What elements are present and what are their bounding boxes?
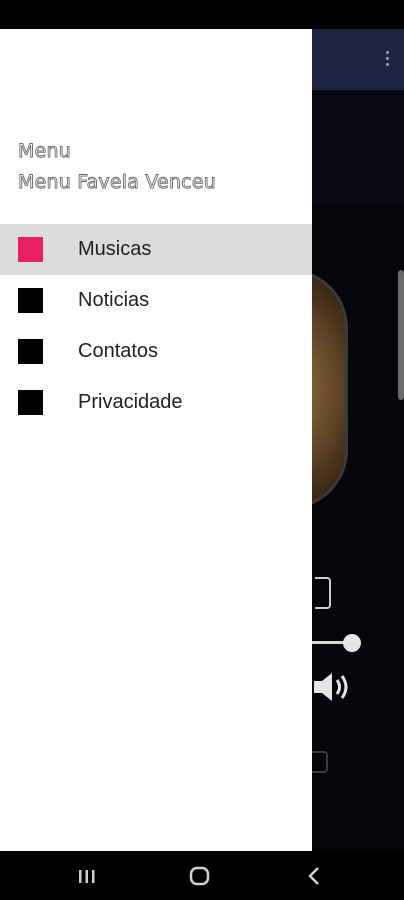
volume-slider-thumb[interactable]	[343, 634, 361, 652]
news-icon	[18, 288, 43, 313]
drawer-header: Menu Menu Favela Venceu	[0, 29, 312, 224]
more-vert-icon[interactable]	[384, 51, 390, 69]
menu-item-musicas[interactable]: Musicas	[0, 224, 312, 275]
equalizer-icon[interactable]	[312, 751, 328, 773]
menu-item-label: Noticias	[78, 289, 150, 311]
privacy-icon	[18, 390, 43, 415]
menu-item-label: Contatos	[78, 340, 159, 362]
menu-item-noticias[interactable]: Noticias	[0, 275, 312, 326]
phone-screen: Menu Menu Favela Venceu Musicas Noticias…	[0, 0, 404, 900]
back-icon[interactable]	[294, 861, 334, 891]
scrollbar[interactable]	[398, 270, 404, 400]
navigation-drawer: Menu Menu Favela Venceu Musicas Noticias…	[0, 29, 312, 851]
volume-up-icon[interactable]	[312, 669, 356, 705]
system-navigation-bar	[0, 851, 404, 900]
drawer-menu: Musicas Noticias Contatos Privacidade	[0, 224, 312, 428]
home-icon[interactable]	[180, 861, 220, 891]
drawer-subtitle: Menu Favela Venceu	[18, 171, 217, 194]
recent-apps-icon[interactable]	[67, 861, 107, 891]
menu-item-label: Musicas	[78, 238, 152, 260]
contacts-icon	[18, 339, 43, 364]
menu-item-label: Privacidade	[78, 391, 183, 413]
drawer-title: Menu	[18, 140, 72, 163]
menu-item-privacidade[interactable]: Privacidade	[0, 377, 312, 428]
menu-item-contatos[interactable]: Contatos	[0, 326, 312, 377]
playlist-icon[interactable]	[315, 577, 331, 609]
music-icon	[18, 237, 43, 262]
status-bar	[0, 0, 404, 29]
